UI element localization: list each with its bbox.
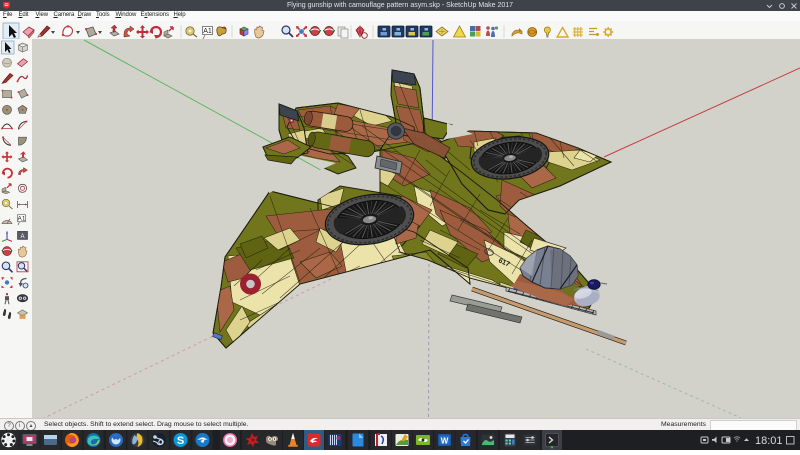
svg-text:A1: A1 (203, 28, 212, 35)
svg-text:S: S (177, 435, 184, 447)
svg-text:18:01: 18:01 (755, 435, 783, 447)
svg-text:W: W (441, 437, 449, 446)
svg-text:A1: A1 (18, 216, 26, 223)
svg-text:A: A (20, 234, 24, 240)
